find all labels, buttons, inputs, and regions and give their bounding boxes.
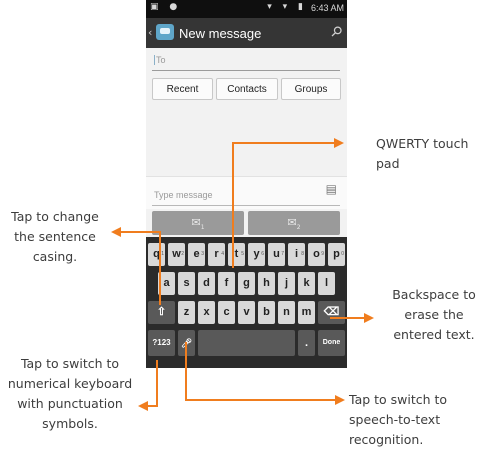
- casing-arrow: [111, 227, 161, 305]
- qwerty-arrow: [232, 138, 344, 268]
- backspace-callout: Backspace to erase the entered text.: [392, 287, 476, 342]
- speech-callout: Tap to switch to speech-to-text recognit…: [349, 392, 448, 447]
- speech-arrow: [185, 342, 345, 405]
- casing-callout: Tap to change the sentence casing.: [11, 209, 99, 264]
- qwerty-callout: QWERTY touch pad: [376, 136, 469, 171]
- numeric-arrow: [138, 360, 158, 411]
- numeric-callout: Tap to switch to numerical keyboard with…: [7, 356, 133, 431]
